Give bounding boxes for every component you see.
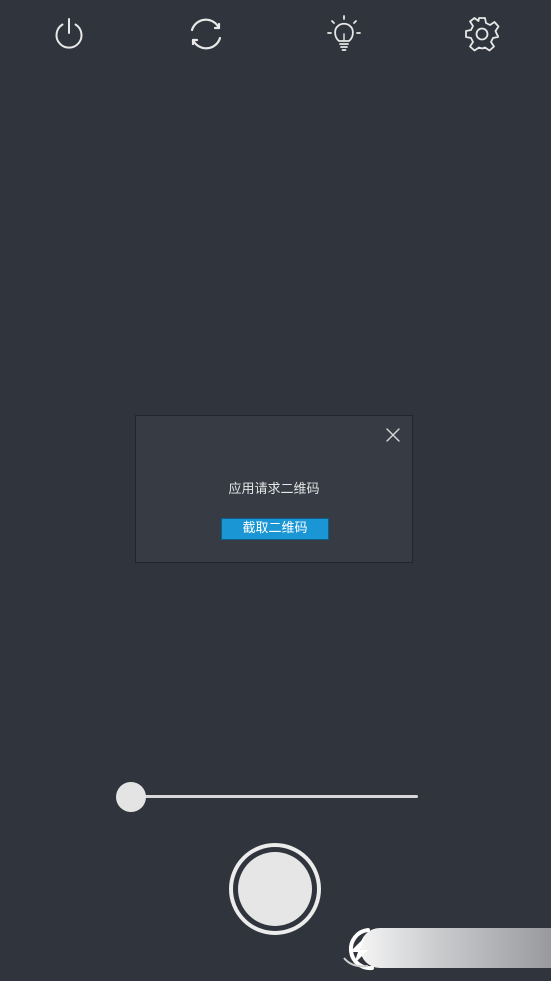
watermark-logo xyxy=(338,924,551,974)
zoom-slider[interactable] xyxy=(116,780,422,814)
shutter-button-inner xyxy=(238,852,312,926)
switch-camera-icon xyxy=(190,18,222,50)
zoom-slider-thumb[interactable] xyxy=(116,782,146,812)
zoom-slider-track[interactable] xyxy=(131,795,418,798)
watermark-emblem-icon xyxy=(343,928,374,971)
switch-camera-button[interactable] xyxy=(186,14,226,54)
lightbulb-icon xyxy=(327,15,361,51)
close-icon xyxy=(386,428,400,442)
flashlight-button[interactable] xyxy=(324,14,364,54)
qr-request-dialog: 应用请求二维码 截取二维码 xyxy=(135,415,413,563)
settings-button[interactable] xyxy=(462,14,502,54)
dialog-close-button[interactable] xyxy=(384,426,402,444)
shutter-button[interactable] xyxy=(229,843,321,935)
capture-qr-button[interactable]: 截取二维码 xyxy=(221,518,329,540)
gear-icon xyxy=(465,17,500,52)
watermark-band xyxy=(360,928,551,968)
power-icon xyxy=(55,18,83,49)
dialog-message: 应用请求二维码 xyxy=(228,482,320,497)
power-button[interactable] xyxy=(49,14,89,54)
